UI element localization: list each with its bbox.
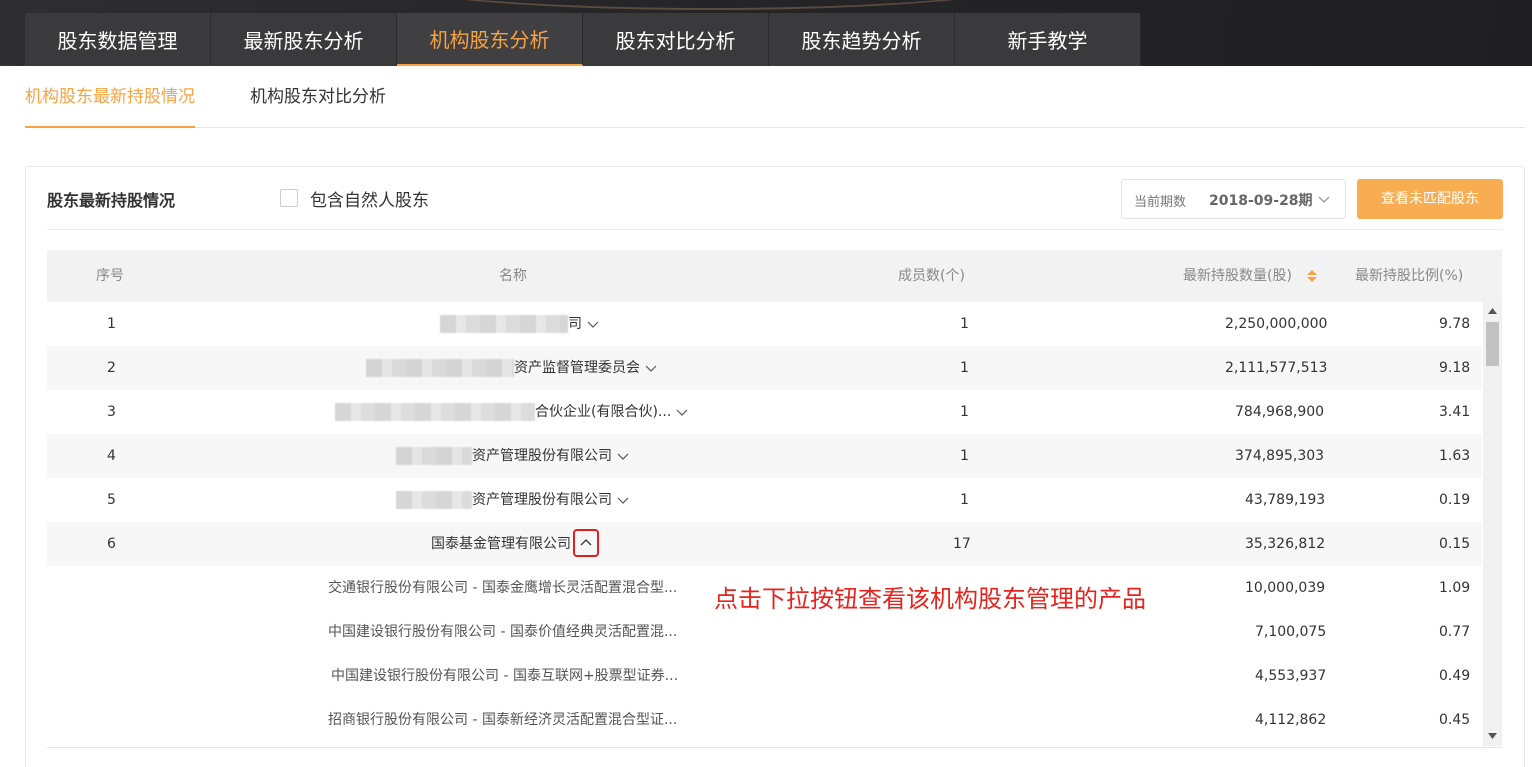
row-ratio: 0.19 xyxy=(1439,492,1471,508)
row-index: 1 xyxy=(107,316,116,332)
row-members: 1 xyxy=(960,360,969,376)
product-row: 招商银行股份有限公司 - 国泰新经济灵活配置混合型证... 4,112,862 … xyxy=(47,698,1482,742)
tab-compare-analysis[interactable]: 股东对比分析 xyxy=(583,13,769,66)
chevron-down-icon[interactable] xyxy=(644,361,658,375)
chevron-down-icon[interactable] xyxy=(586,317,600,331)
product-name: 招商银行股份有限公司 - 国泰新经济灵活配置混合型证... xyxy=(328,712,678,728)
product-holdings: 7,100,075 xyxy=(1255,624,1327,640)
header-members: 成员数(个) xyxy=(898,268,965,284)
header-holdings[interactable]: 最新持股数量(股) xyxy=(1183,250,1292,302)
table-row: 1 司 1 2,250,000,000 9.78 xyxy=(47,302,1482,346)
table-body: 1 司 1 2,250,000,000 9.78 2 资产监督管理委员会 1 2… xyxy=(47,302,1482,746)
row-name: 资产管理股份有限公司 xyxy=(472,478,630,522)
row-index: 5 xyxy=(107,492,116,508)
row-members: 1 xyxy=(960,404,969,420)
row-members: 1 xyxy=(960,448,969,464)
tutorial-annotation: 点击下拉按钮查看该机构股东管理的产品 xyxy=(714,585,1146,613)
row-ratio: 0.15 xyxy=(1439,536,1471,552)
row-name: 资产管理股份有限公司 xyxy=(472,434,630,478)
tab-tutorial[interactable]: 新手教学 xyxy=(955,13,1141,66)
period-label: 当前期数 xyxy=(1134,195,1187,210)
row-ratio: 3.41 xyxy=(1439,404,1471,420)
card-title: 股东最新持股情况 xyxy=(47,191,176,210)
header-index: 序号 xyxy=(96,268,124,284)
row-index: 3 xyxy=(107,404,116,420)
row-holdings: 784,968,900 xyxy=(1235,404,1325,420)
view-unmatched-button[interactable]: 查看未匹配股东 xyxy=(1357,179,1503,219)
redacted-name xyxy=(366,359,514,377)
row-holdings: 374,895,303 xyxy=(1235,448,1325,464)
scroll-up-arrow-icon[interactable] xyxy=(1487,307,1498,315)
divider xyxy=(47,229,1502,230)
redacted-name xyxy=(396,491,472,509)
scroll-down-arrow-icon[interactable] xyxy=(1487,732,1498,740)
row-index: 2 xyxy=(107,360,116,376)
redacted-name xyxy=(335,403,535,421)
redacted-name xyxy=(396,447,472,465)
row-members: 1 xyxy=(960,492,969,508)
chevron-down-icon[interactable] xyxy=(675,405,689,419)
row-name: 合伙企业(有限合伙)... xyxy=(535,390,689,434)
redacted-name xyxy=(440,315,568,333)
collapse-toggle[interactable] xyxy=(573,529,599,557)
row-holdings: 35,326,812 xyxy=(1245,536,1326,552)
main-tabs: 股东数据管理 最新股东分析 机构股东分析 股东对比分析 股东趋势分析 新手教学 xyxy=(25,13,1141,66)
product-holdings: 10,000,039 xyxy=(1245,580,1326,596)
vertical-scrollbar[interactable] xyxy=(1483,302,1502,746)
row-holdings: 2,250,000,000 xyxy=(1225,316,1328,332)
product-name: 交通银行股份有限公司 - 国泰金鹰增长灵活配置混合型... xyxy=(328,580,678,596)
tab-trend-analysis[interactable]: 股东趋势分析 xyxy=(769,13,955,66)
include-natural-person-checkbox[interactable] xyxy=(280,189,298,207)
product-ratio: 1.09 xyxy=(1439,580,1471,596)
row-name: 资产监督管理委员会 xyxy=(514,346,658,390)
product-name: 中国建设银行股份有限公司 - 国泰价值经典灵活配置混... xyxy=(328,624,678,640)
checkbox-label: 包含自然人股东 xyxy=(310,191,429,211)
period-select[interactable]: 当前期数 2018-09-28期 xyxy=(1121,179,1346,219)
table-header: 序号 名称 成员数(个) 最新持股数量(股) 最新持股比例(%) xyxy=(47,250,1502,302)
period-value: 2018-09-28期 xyxy=(1209,193,1313,209)
chevron-down-icon xyxy=(1318,196,1330,203)
table-row-expanded: 6 国泰基金管理有限公司 17 35,326,812 0.15 xyxy=(47,522,1482,566)
product-ratio: 0.45 xyxy=(1439,712,1471,728)
row-name: 司 xyxy=(568,302,600,346)
sort-icon[interactable] xyxy=(1306,268,1318,284)
subtab-latest-holdings[interactable]: 机构股东最新持股情况 xyxy=(25,66,195,128)
row-holdings: 43,789,193 xyxy=(1245,492,1326,508)
row-ratio: 9.78 xyxy=(1439,316,1471,332)
subtab-institution-compare[interactable]: 机构股东对比分析 xyxy=(250,66,386,128)
row-ratio: 1.63 xyxy=(1439,448,1471,464)
product-name: 中国建设银行股份有限公司 - 国泰互联网+股票型证券... xyxy=(331,668,679,684)
row-index: 6 xyxy=(107,536,116,552)
chevron-down-icon[interactable] xyxy=(616,493,630,507)
product-holdings: 4,112,862 xyxy=(1255,712,1327,728)
table-row: 5 资产管理股份有限公司 1 43,789,193 0.19 xyxy=(47,478,1482,522)
row-index: 4 xyxy=(107,448,116,464)
table-row: 3 合伙企业(有限合伙)... 1 784,968,900 3.41 xyxy=(47,390,1482,434)
table-row: 4 资产管理股份有限公司 1 374,895,303 1.63 xyxy=(47,434,1482,478)
product-row: 中国建设银行股份有限公司 - 国泰互联网+股票型证券... 4,553,937 … xyxy=(47,654,1482,698)
tab-institution-analysis[interactable]: 机构股东分析 xyxy=(397,13,583,66)
top-nav: 股东数据管理 最新股东分析 机构股东分析 股东对比分析 股东趋势分析 新手教学 xyxy=(0,0,1532,66)
row-members: 17 xyxy=(953,536,971,552)
product-ratio: 0.77 xyxy=(1439,624,1471,640)
tab-shareholder-data[interactable]: 股东数据管理 xyxy=(25,13,211,66)
row-holdings: 2,111,577,513 xyxy=(1225,360,1328,376)
product-holdings: 4,553,937 xyxy=(1255,668,1327,684)
tab-latest-analysis[interactable]: 最新股东分析 xyxy=(211,13,397,66)
holdings-card: 股东最新持股情况 包含自然人股东 当前期数 2018-09-28期 查看未匹配股… xyxy=(25,166,1525,767)
chevron-up-icon xyxy=(580,539,592,546)
row-ratio: 9.18 xyxy=(1439,360,1471,376)
product-row: 中国建设银行股份有限公司 - 国泰价值经典灵活配置混... 7,100,075 … xyxy=(47,610,1482,654)
header-name: 名称 xyxy=(499,268,527,284)
scrollbar-thumb[interactable] xyxy=(1486,322,1499,366)
sub-tabs: 机构股东最新持股情况 机构股东对比分析 xyxy=(25,66,1525,128)
header-ratio: 最新持股比例(%) xyxy=(1355,268,1464,284)
chevron-down-icon[interactable] xyxy=(616,449,630,463)
table-row: 2 资产监督管理委员会 1 2,111,577,513 9.18 xyxy=(47,346,1482,390)
divider xyxy=(47,747,1502,748)
row-name: 国泰基金管理有限公司 xyxy=(431,522,599,566)
row-members: 1 xyxy=(960,316,969,332)
product-ratio: 0.49 xyxy=(1439,668,1471,684)
